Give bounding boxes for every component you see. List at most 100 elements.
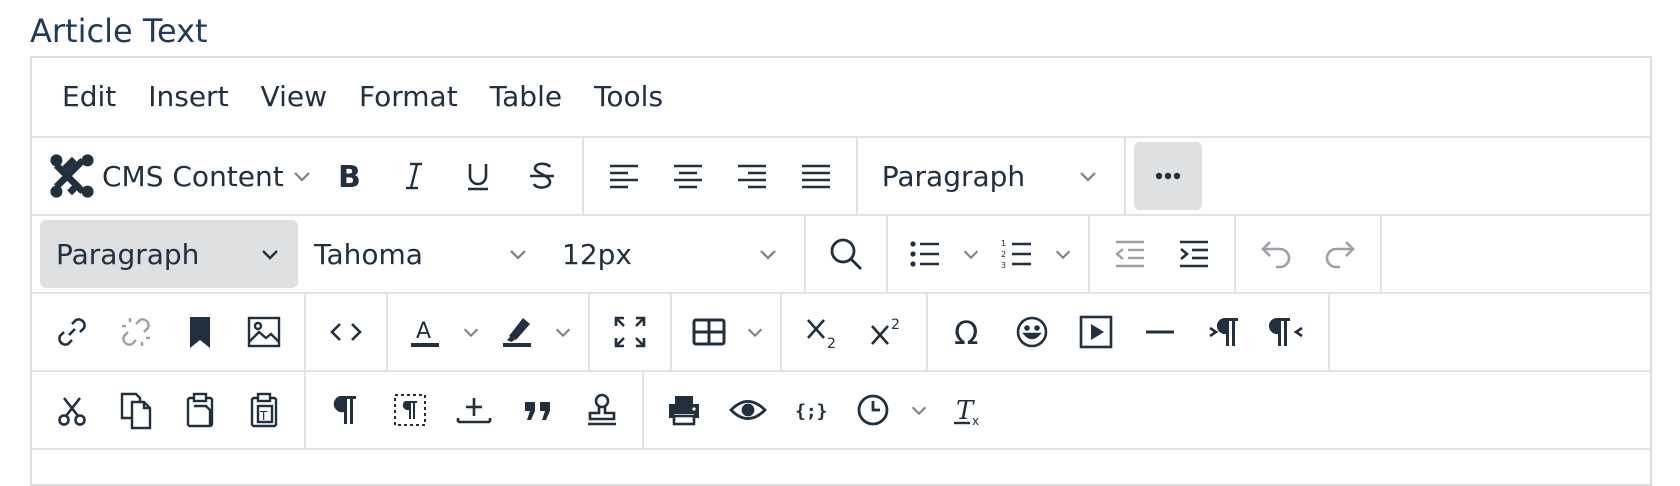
code-icon [330, 323, 362, 341]
subscript-icon: 2 [807, 319, 836, 352]
redo-button[interactable] [1308, 220, 1372, 288]
unlink-button[interactable] [104, 298, 168, 366]
chevron-down-icon [262, 250, 278, 260]
printer-icon [669, 396, 699, 426]
omega-icon: Ω [954, 314, 978, 352]
copy-button[interactable] [104, 376, 168, 444]
text-color-icon: A [411, 319, 439, 347]
bullet-list-dropdown[interactable] [954, 220, 988, 288]
image-icon [247, 316, 281, 348]
undo-button[interactable] [1244, 220, 1308, 288]
highlighter-icon [503, 318, 531, 347]
ltr-button[interactable] [1192, 298, 1256, 366]
format-select[interactable]: Paragraph [40, 220, 298, 288]
menu-view[interactable]: View [245, 77, 343, 117]
paste-text-icon: T [250, 392, 278, 428]
outdent-button[interactable] [1098, 220, 1162, 288]
font-size-select[interactable]: 12px [546, 220, 796, 288]
text-color-dropdown[interactable] [454, 298, 488, 366]
ltr-paragraph-icon [1209, 318, 1238, 346]
bullet-list-button[interactable] [896, 220, 954, 288]
preview-button[interactable] [716, 376, 780, 444]
paste-text-button[interactable]: T [232, 376, 296, 444]
table-dropdown[interactable] [738, 298, 772, 366]
insert-image-button[interactable] [232, 298, 296, 366]
align-center-button[interactable] [656, 142, 720, 210]
paste-button[interactable] [168, 376, 232, 444]
emoticons-button[interactable] [1000, 298, 1064, 366]
numbered-list-button[interactable]: 1 2 3 [988, 220, 1046, 288]
svg-text:x: x [972, 414, 979, 428]
cms-content-button[interactable]: CMS Content [44, 142, 318, 210]
visual-chars-button[interactable] [314, 376, 378, 444]
source-code-button[interactable] [314, 298, 378, 366]
toolbar-group-blocks-vis [306, 371, 644, 449]
italic-button[interactable] [382, 142, 446, 210]
insert-link-button[interactable] [40, 298, 104, 366]
text-color-split: A [396, 298, 488, 366]
insert-datetime-dropdown[interactable] [902, 376, 936, 444]
insert-datetime-button[interactable] [844, 376, 902, 444]
numbered-list-dropdown[interactable] [1046, 220, 1080, 288]
blocks-select-value: Paragraph [881, 159, 1026, 193]
format-select-value: Paragraph [56, 237, 200, 271]
horizontal-rule-button[interactable] [1128, 298, 1192, 366]
font-family-select[interactable]: Tahoma [298, 220, 546, 288]
menu-table[interactable]: Table [474, 77, 578, 117]
rtl-button[interactable] [1256, 298, 1320, 366]
indent-button[interactable] [1162, 220, 1226, 288]
bullet-list-icon [910, 241, 939, 267]
insert-media-button[interactable] [1064, 298, 1128, 366]
menu-insert[interactable]: Insert [132, 77, 244, 117]
numbered-list-split: 1 2 3 [988, 220, 1080, 288]
menu-tools[interactable]: Tools [578, 77, 679, 117]
code-sample-button[interactable]: {;} [780, 376, 844, 444]
media-play-icon [1079, 315, 1113, 349]
table-button[interactable] [680, 298, 738, 366]
toolbar-group-more [1126, 137, 1210, 215]
special-character-button[interactable]: Ω [936, 298, 1000, 366]
bold-button[interactable]: B [318, 142, 382, 210]
svg-text:T: T [259, 409, 268, 423]
align-justify-button[interactable] [784, 142, 848, 210]
fullscreen-button[interactable] [598, 298, 662, 366]
subscript-button[interactable]: 2 [790, 298, 854, 366]
align-right-button[interactable] [720, 142, 784, 210]
cut-button[interactable] [40, 376, 104, 444]
highlight-color-dropdown[interactable] [546, 298, 580, 366]
print-button[interactable] [652, 376, 716, 444]
blockquote-button[interactable] [506, 376, 570, 444]
menu-edit[interactable]: Edit [46, 77, 132, 117]
menu-format[interactable]: Format [343, 77, 474, 117]
copy-icon [120, 392, 152, 430]
underline-button[interactable] [446, 142, 510, 210]
align-center-icon [673, 164, 702, 189]
strikethrough-button[interactable] [510, 142, 574, 210]
anchor-button[interactable] [168, 298, 232, 366]
text-color-button[interactable]: A [396, 298, 454, 366]
insert-datetime-split [844, 376, 936, 444]
align-left-button[interactable] [592, 142, 656, 210]
visual-blocks-button[interactable] [378, 376, 442, 444]
rich-text-editor[interactable]: Edit Insert View Format Table Tools CMS … [30, 56, 1652, 486]
page-break-button[interactable] [442, 376, 506, 444]
superscript-button[interactable]: 2 [854, 298, 918, 366]
svg-text:1: 1 [1001, 239, 1006, 248]
svg-text:B: B [338, 160, 361, 195]
highlight-color-button[interactable] [488, 298, 546, 366]
blocks-select[interactable]: Paragraph [866, 142, 1116, 210]
table-icon [692, 318, 726, 346]
chevron-down-icon [510, 250, 526, 260]
undo-icon [1261, 241, 1291, 269]
toolbar-group-insert [32, 293, 306, 371]
more-toolbar-button[interactable] [1133, 142, 1202, 210]
chevron-down-icon [1079, 172, 1096, 182]
clear-formatting-button[interactable]: Tx [936, 376, 1000, 444]
toolbar-row-3: A 2 2 Ω [32, 293, 1650, 372]
toolbar-group-blocks: Paragraph [858, 137, 1126, 215]
toolbar-group-colors: A [388, 293, 590, 371]
svg-text:2: 2 [1001, 250, 1006, 259]
search-replace-button[interactable] [814, 220, 878, 288]
stamp-button[interactable] [570, 376, 634, 444]
highlight-color-split [488, 298, 580, 366]
